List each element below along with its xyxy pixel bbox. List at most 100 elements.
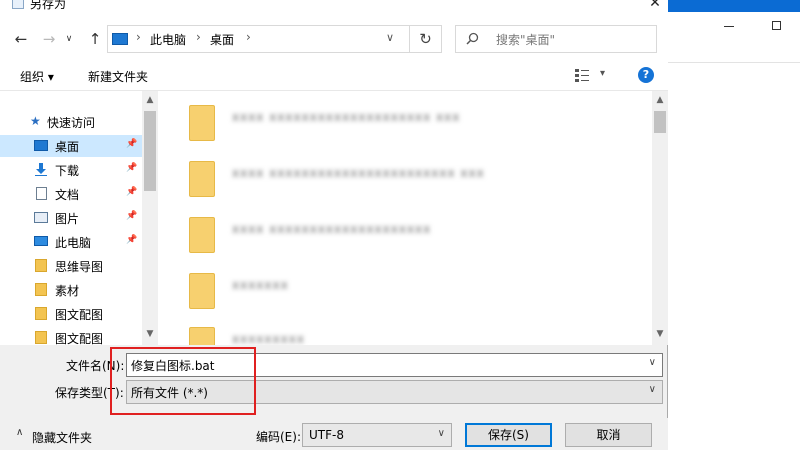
sidebar-item-label: 图片 bbox=[55, 212, 80, 226]
organize-button[interactable]: 组织 ▾ bbox=[20, 68, 54, 85]
address-bar[interactable]: › 此电脑 › 桌面 › ∨ bbox=[107, 25, 410, 53]
chevron-down-icon[interactable]: ∨ bbox=[649, 384, 656, 395]
breadcrumb-chevron-icon[interactable]: › bbox=[136, 30, 141, 44]
list-item[interactable]: xxxx xxxxxxxxxxxxxxxxxxxx xxx bbox=[186, 99, 626, 149]
folder-icon bbox=[35, 259, 47, 272]
encoding-label: 编码(E): bbox=[256, 430, 301, 444]
breadcrumb-chevron-icon[interactable]: › bbox=[246, 30, 251, 44]
view-dropdown-icon[interactable]: ▾ bbox=[600, 68, 605, 79]
refresh-button[interactable]: ↻ bbox=[410, 25, 442, 53]
folder-icon bbox=[189, 273, 215, 309]
sidebar-item-label: 图文配图 bbox=[55, 332, 104, 345]
scroll-up-icon[interactable]: ▲ bbox=[652, 93, 668, 107]
sidebar-item-illustrations[interactable]: 图文配图 bbox=[0, 303, 142, 325]
folder-icon bbox=[189, 161, 215, 197]
folder-icon bbox=[189, 105, 215, 141]
address-dropdown-icon[interactable]: ∨ bbox=[386, 31, 394, 44]
recent-locations-dropdown[interactable]: ∨ bbox=[60, 30, 78, 48]
annotation-highlight bbox=[110, 347, 256, 415]
sidebar-item-mind-map[interactable]: 思维导图 bbox=[0, 255, 142, 277]
folder-icon bbox=[189, 217, 215, 253]
pin-icon: 📌 bbox=[126, 211, 138, 221]
breadcrumb-chevron-icon[interactable]: › bbox=[196, 30, 201, 44]
list-item[interactable]: xxxxxxxxx bbox=[186, 321, 626, 345]
maximize-icon[interactable] bbox=[772, 21, 781, 30]
new-folder-button[interactable]: 新建文件夹 bbox=[88, 68, 148, 85]
list-item[interactable]: xxxxxxx bbox=[186, 267, 626, 317]
help-icon[interactable]: ? bbox=[638, 67, 654, 83]
save-button[interactable]: 保存(S) bbox=[465, 423, 552, 447]
browser-content: ★ 快速访问 桌面 📌 下载 📌 文档 📌 图片 📌 此电脑 📌 思维导图 素材… bbox=[0, 90, 668, 345]
file-list-scrollbar[interactable]: ▲ ▼ bbox=[652, 91, 668, 345]
sidebar-item-this-pc[interactable]: 此电脑 📌 bbox=[0, 231, 142, 253]
sidebar-item-label: 思维导图 bbox=[55, 260, 104, 274]
minimize-icon[interactable] bbox=[724, 26, 734, 27]
chevron-down-icon[interactable]: ∨ bbox=[438, 428, 445, 439]
file-list-scroll-thumb[interactable] bbox=[654, 111, 666, 133]
sidebar-item-illustrations[interactable]: 图文配图 bbox=[0, 327, 142, 345]
encoding-value: UTF-8 bbox=[309, 428, 344, 442]
this-pc-icon bbox=[112, 33, 128, 45]
breadcrumb-desktop[interactable]: 桌面 bbox=[210, 31, 234, 48]
scroll-down-icon[interactable]: ▼ bbox=[652, 327, 668, 341]
sidebar-item-pictures[interactable]: 图片 📌 bbox=[0, 207, 142, 229]
hide-folders-toggle[interactable]: 隐藏文件夹 bbox=[32, 429, 92, 446]
folder-icon bbox=[35, 307, 47, 320]
cancel-button[interactable]: 取消 bbox=[565, 423, 652, 447]
sidebar-item-desktop[interactable]: 桌面 📌 bbox=[0, 135, 142, 157]
dialog-footer: ∧ 隐藏文件夹 编码(E): UTF-8 ∨ 保存(S) 取消 bbox=[0, 418, 668, 450]
sidebar-item-label: 快速访问 bbox=[47, 116, 96, 130]
star-icon: ★ bbox=[30, 114, 41, 128]
encoding-select[interactable]: UTF-8 ∨ bbox=[302, 423, 452, 447]
breadcrumb-this-pc[interactable]: 此电脑 bbox=[150, 31, 186, 48]
save-as-dialog: 另存为 ✕ ← → ∨ ↑ › 此电脑 › 桌面 › ∨ ↻ 搜索"桌面" 组织… bbox=[0, 0, 668, 450]
file-name: xxxx xxxxxxxxxxxxxxxxxxxx bbox=[232, 222, 432, 236]
sidebar-item-quick-access[interactable]: ★ 快速访问 bbox=[0, 111, 142, 133]
document-icon bbox=[36, 187, 47, 200]
sidebar-item-label: 图文配图 bbox=[55, 308, 104, 322]
download-icon bbox=[35, 163, 47, 176]
sidebar-item-label: 文档 bbox=[55, 188, 80, 202]
up-button[interactable]: ↑ bbox=[86, 30, 104, 48]
chevron-down-icon[interactable]: ∨ bbox=[649, 357, 656, 368]
file-name: xxxxxxxxx bbox=[232, 332, 305, 345]
navigation-bar: ← → ∨ ↑ › 此电脑 › 桌面 › ∨ ↻ 搜索"桌面" bbox=[0, 14, 668, 66]
pin-icon: 📌 bbox=[126, 187, 138, 197]
folder-icon bbox=[189, 327, 215, 345]
view-options-icon[interactable] bbox=[575, 68, 589, 82]
back-button[interactable]: ← bbox=[12, 30, 30, 48]
chevron-up-icon[interactable]: ∧ bbox=[16, 427, 23, 438]
list-item[interactable]: xxxx xxxxxxxxxxxxxxxxxxxxxxx xxx bbox=[186, 155, 626, 205]
search-placeholder: 搜索"桌面" bbox=[496, 33, 556, 47]
background-window-titlebar bbox=[668, 0, 800, 12]
pin-icon: 📌 bbox=[126, 139, 138, 149]
sidebar-item-documents[interactable]: 文档 📌 bbox=[0, 183, 142, 205]
forward-button[interactable]: → bbox=[40, 30, 58, 48]
desktop-icon bbox=[34, 140, 48, 151]
sidebar-item-label: 桌面 bbox=[55, 140, 80, 154]
file-name: xxxx xxxxxxxxxxxxxxxxxxxxxxx xxx bbox=[232, 166, 485, 180]
notepad-icon bbox=[12, 0, 24, 9]
sidebar-item-downloads[interactable]: 下载 📌 bbox=[0, 159, 142, 181]
sidebar-item-materials[interactable]: 素材 bbox=[0, 279, 142, 301]
sidebar-item-label: 此电脑 bbox=[55, 236, 92, 250]
dialog-titlebar: 另存为 ✕ bbox=[0, 0, 668, 14]
close-button[interactable]: ✕ bbox=[642, 0, 668, 13]
computer-icon bbox=[34, 236, 48, 246]
pin-icon: 📌 bbox=[126, 163, 138, 173]
list-item[interactable]: xxxx xxxxxxxxxxxxxxxxxxxx bbox=[186, 211, 626, 261]
background-window bbox=[668, 0, 800, 450]
search-input[interactable]: 搜索"桌面" bbox=[455, 25, 657, 53]
sidebar-scroll-thumb[interactable] bbox=[144, 111, 156, 191]
dialog-title: 另存为 bbox=[30, 0, 67, 11]
folder-icon bbox=[35, 331, 47, 344]
sidebar-item-label: 下载 bbox=[55, 164, 80, 178]
file-name: xxxx xxxxxxxxxxxxxxxxxxxx xxx bbox=[232, 110, 461, 124]
navigation-pane: ★ 快速访问 桌面 📌 下载 📌 文档 📌 图片 📌 此电脑 📌 思维导图 素材… bbox=[0, 91, 158, 345]
search-icon bbox=[466, 32, 479, 45]
file-list: xxxx xxxxxxxxxxxxxxxxxxxx xxx xxxx xxxxx… bbox=[158, 91, 652, 345]
scroll-up-icon[interactable]: ▲ bbox=[142, 93, 158, 107]
sidebar-scrollbar[interactable]: ▲ ▼ bbox=[142, 91, 158, 345]
picture-icon bbox=[34, 212, 48, 223]
scroll-down-icon[interactable]: ▼ bbox=[142, 327, 158, 341]
